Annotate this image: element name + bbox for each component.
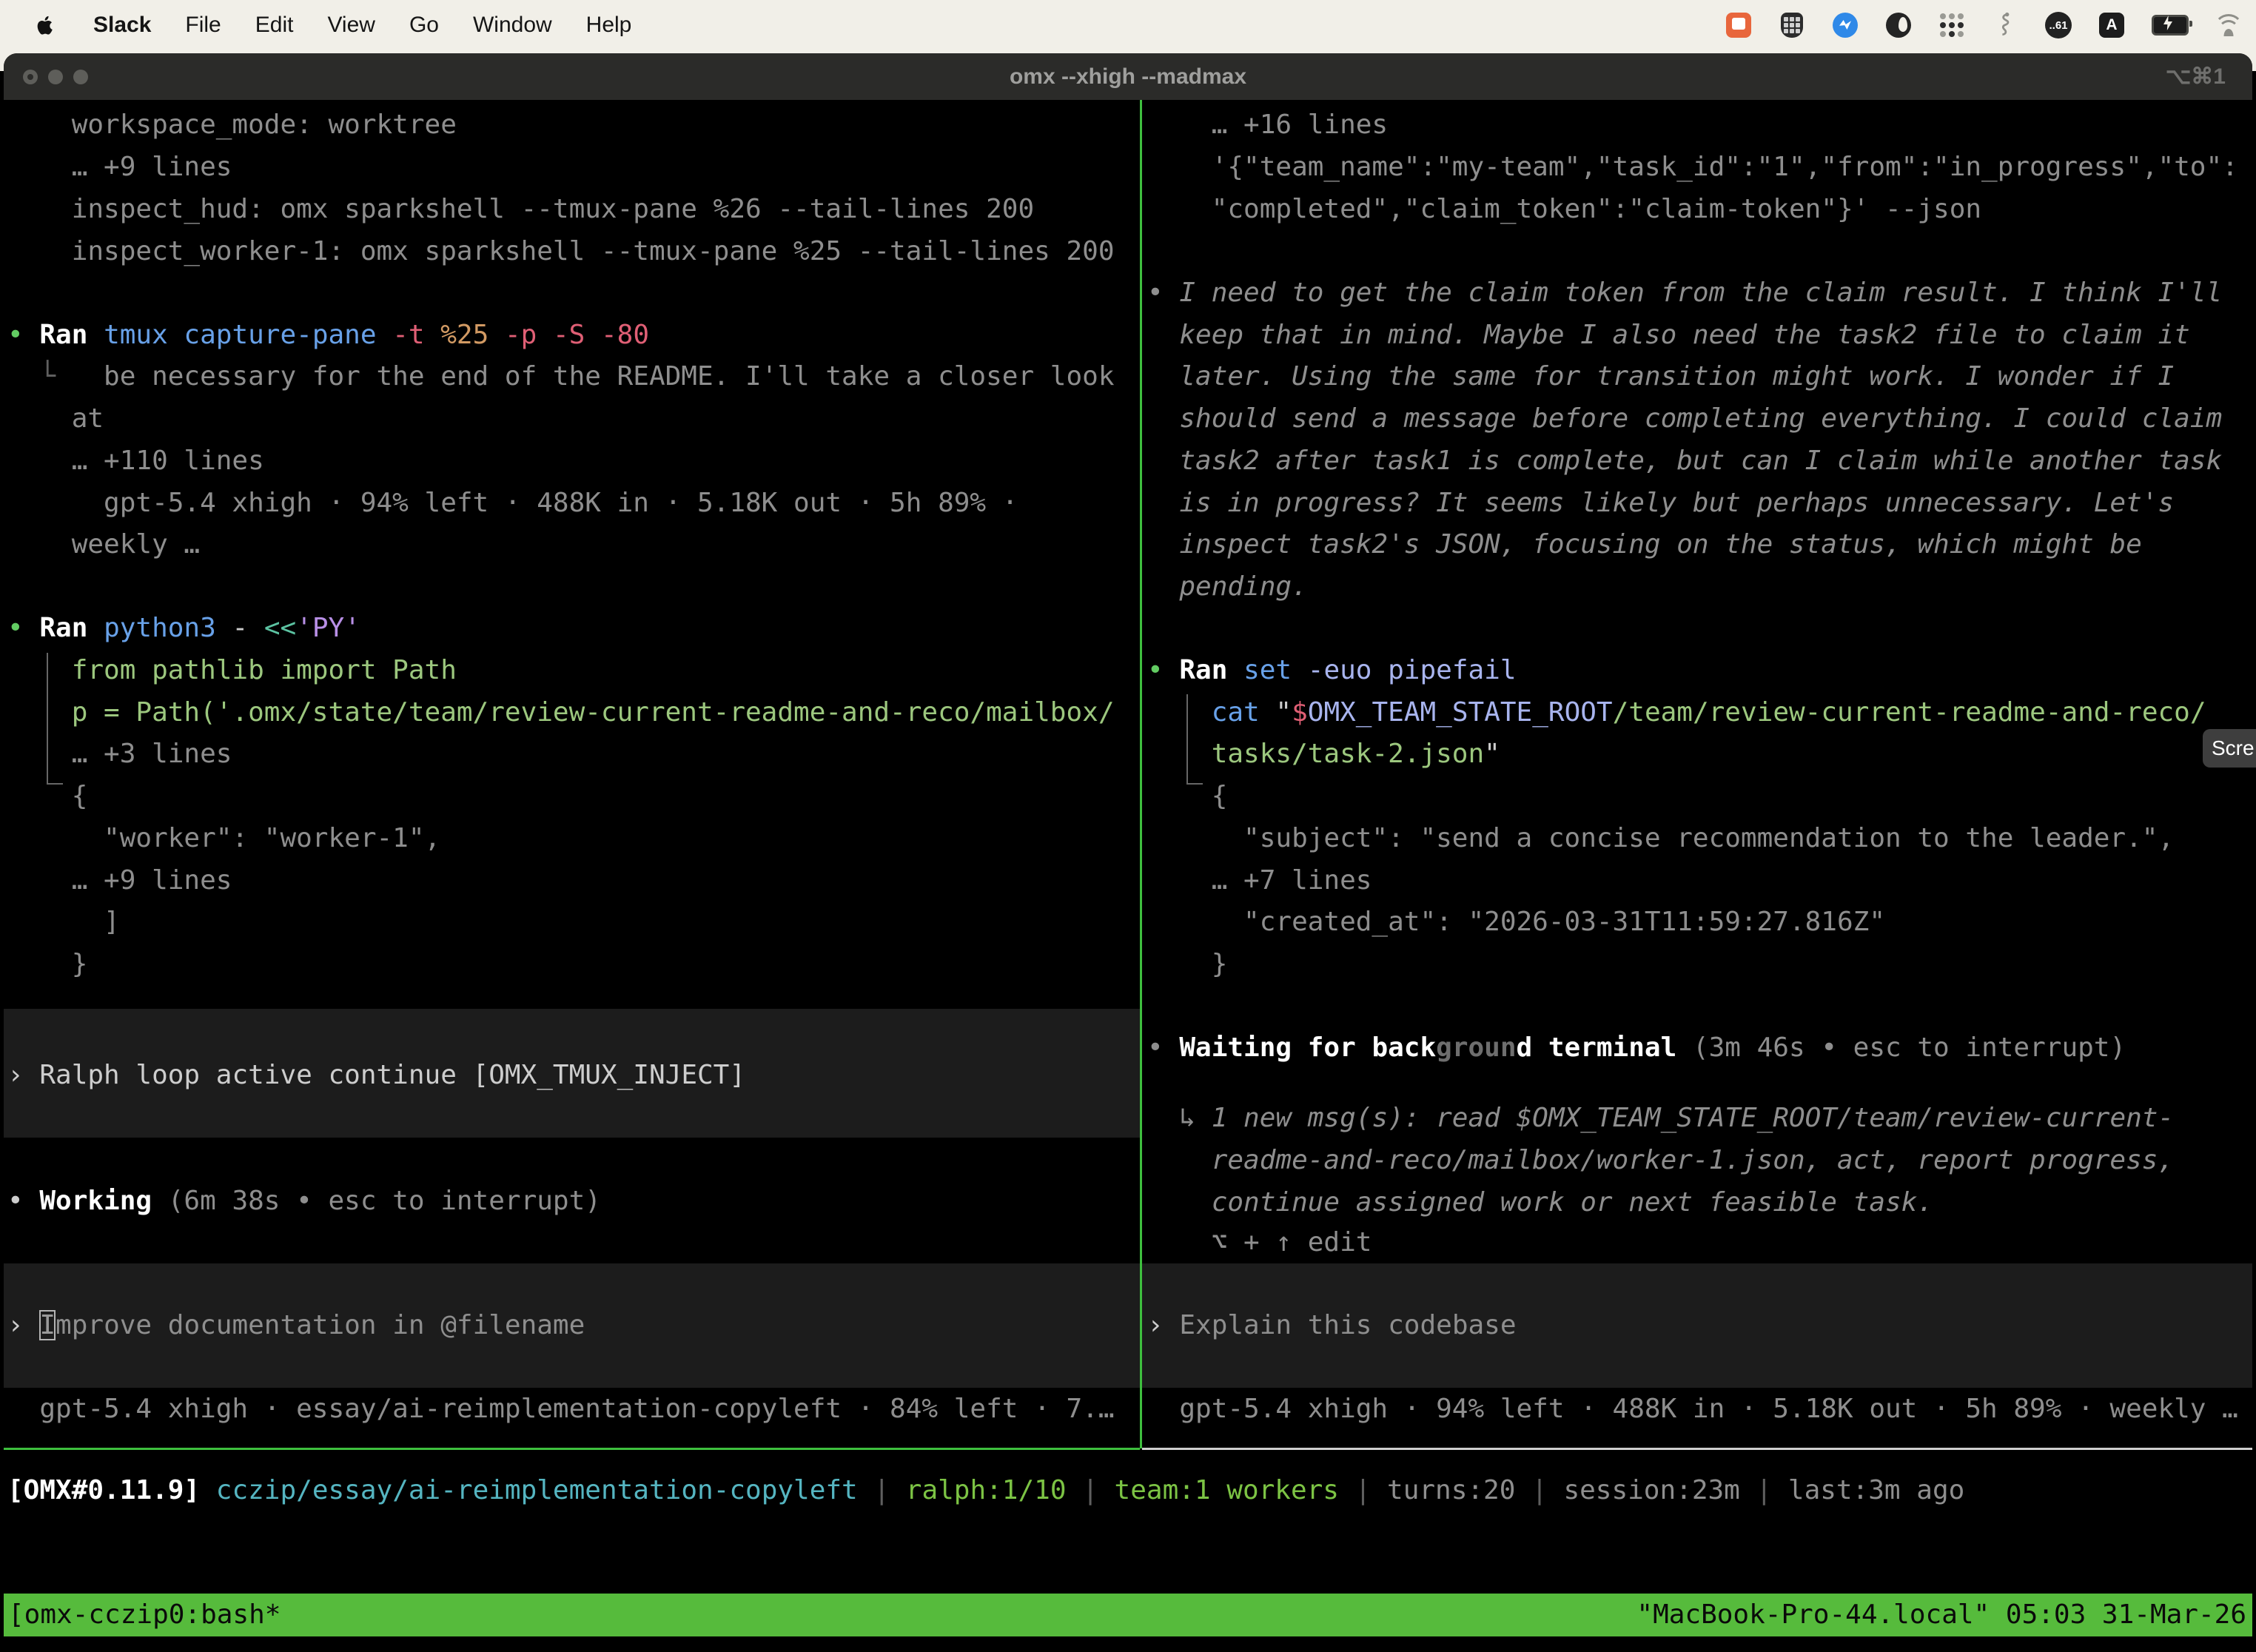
menu-items: File Edit View Go Window Help — [185, 13, 631, 38]
app-menu-slack[interactable]: Slack — [93, 13, 151, 38]
tmux-status-bar: [omx-cczip0:bash* "MacBook-Pro-44.local"… — [4, 1594, 2252, 1636]
ralph-banner — [4, 1009, 1140, 1138]
right-pane-border — [1142, 1448, 2252, 1450]
window-title-bar[interactable]: omx --xhigh --madmax ⌥⌘1 — [4, 53, 2252, 100]
dots-grid-icon[interactable] — [1938, 11, 1966, 39]
screen: Slack File Edit View Go Window Help ..61 A — [0, 0, 2256, 1652]
tmux-host-clock: "MacBook-Pro-44.local" 05:03 31-Mar-26 — [1636, 1594, 2252, 1636]
shield-app-icon[interactable] — [1778, 11, 1806, 39]
tmux-session-label: [omx-cczip0:bash* — [4, 1594, 281, 1636]
menu-item-file[interactable]: File — [185, 13, 221, 38]
terminal-window: omx --xhigh --madmax ⌥⌘1 — [4, 53, 2252, 1652]
menu-item-edit[interactable]: Edit — [255, 13, 294, 38]
badge-61-icon[interactable]: ..61 — [2044, 11, 2072, 39]
window-shortcut-badge: ⌥⌘1 — [2166, 53, 2226, 100]
squiggle-icon[interactable] — [1991, 11, 2019, 39]
pane-divider[interactable] — [1140, 100, 1142, 1448]
screen-tooltip: Scre — [2203, 729, 2256, 768]
menu-bar-left: Slack File Edit View Go Window Help — [0, 11, 631, 39]
menu-item-view[interactable]: View — [327, 13, 375, 38]
menu-item-window[interactable]: Window — [473, 13, 552, 38]
apple-menu-icon[interactable] — [31, 11, 59, 39]
dark-pie-app-icon[interactable] — [1884, 11, 1913, 39]
keyboard-layout-icon[interactable]: A — [2098, 11, 2126, 39]
messenger-app-icon[interactable] — [1831, 11, 1859, 39]
prompt-input-left[interactable] — [4, 1263, 1140, 1388]
menu-item-help[interactable]: Help — [586, 13, 632, 38]
chat-app-icon[interactable] — [1725, 11, 1753, 39]
menu-bar: Slack File Edit View Go Window Help ..61 A — [0, 0, 2256, 50]
window-title: omx --xhigh --madmax — [4, 53, 2252, 100]
menu-bar-status-icons: ..61 A — [1725, 11, 2256, 39]
prompt-input-right[interactable] — [1142, 1263, 2252, 1388]
wifi-icon[interactable] — [2215, 11, 2243, 39]
left-pane-border — [4, 1448, 1140, 1450]
battery-charging-icon[interactable] — [2151, 11, 2189, 39]
menu-item-go[interactable]: Go — [409, 13, 439, 38]
